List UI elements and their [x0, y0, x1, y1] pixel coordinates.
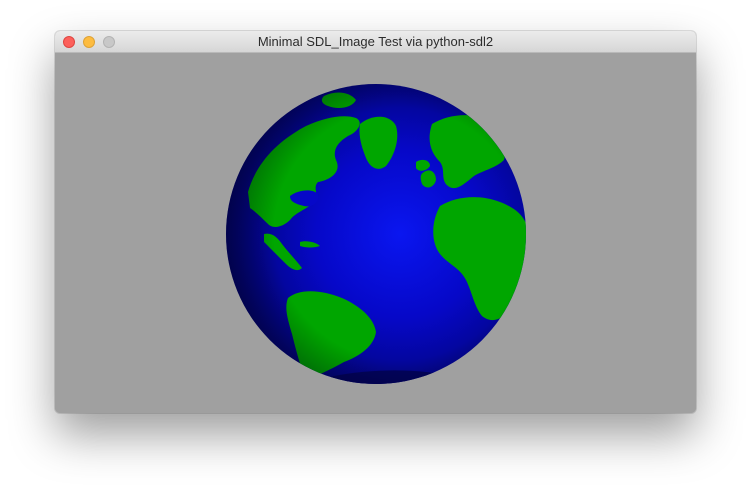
window-title: Minimal SDL_Image Test via python-sdl2 — [257, 34, 494, 49]
sphere-shading — [226, 84, 526, 384]
desktop: Minimal SDL_Image Test via python-sdl2 — [0, 0, 752, 494]
sdl-render-surface — [55, 53, 696, 413]
globe-image — [226, 84, 526, 384]
title-bar[interactable]: Minimal SDL_Image Test via python-sdl2 — [55, 31, 696, 53]
app-window: Minimal SDL_Image Test via python-sdl2 — [55, 31, 696, 413]
